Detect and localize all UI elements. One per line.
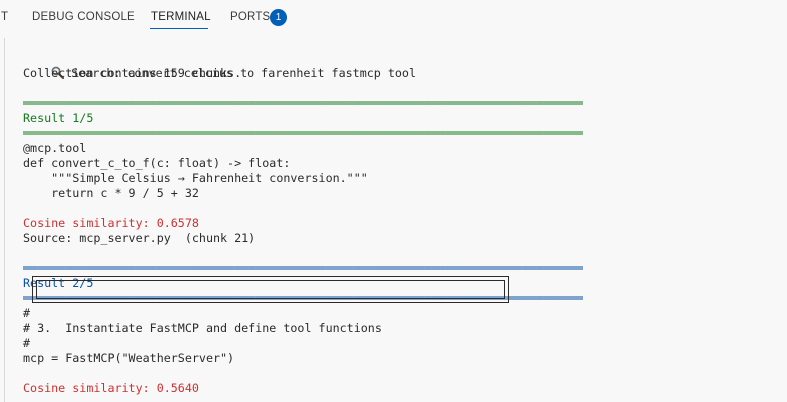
tab-terminal[interactable]: TERMINAL [151,11,211,23]
result-2-comment-box-inner [36,280,505,299]
ports-count-badge: 1 [270,9,287,26]
panel-tab-bar: T DEBUG CONSOLE TERMINAL PORTS 1 [0,0,787,36]
tab-debug-console[interactable]: DEBUG CONSOLE [32,11,135,23]
tab-output-partial[interactable]: T [1,11,8,23]
result-2-code-line: # [23,336,31,350]
collection-line: Collection contains 159 chunks. [23,66,242,80]
result-1-heading: Result 1/5 [23,111,94,125]
result-2-comment-box [32,276,509,303]
result-1-bottom-rule: ════════════════════════════════════════… [23,126,583,140]
result-1-similarity: Cosine similarity: 0.6578 [23,216,199,230]
result-2-code-line: mcp = FastMCP("WeatherServer") [23,351,235,365]
result-1-source: Source: mcp_server.py (chunk 21) [23,231,256,245]
result-1-code-line: @mcp.tool [23,141,87,155]
terminal-gutter [4,38,5,402]
terminal-output[interactable]: Search: convert celcius to farenheit fas… [0,36,787,402]
result-1-top-rule: ════════════════════════════════════════… [23,96,583,110]
result-1-code-line: """Simple Celsius → Fahrenheit conversio… [23,171,368,185]
result-2-top-rule: ════════════════════════════════════════… [23,261,583,275]
tab-ports[interactable]: PORTS [230,11,270,23]
active-tab-indicator [150,28,208,29]
result-2-code-line: # [23,306,31,320]
result-1-code-line: def convert_c_to_f(c: float) -> float: [23,156,291,170]
search-line: Search: convert celcius to farenheit fas… [23,51,416,80]
result-1-code-line: return c * 9 / 5 + 32 [23,186,199,200]
result-2-code-line: # 3. Instantiate FastMCP and define tool… [23,321,382,335]
result-2-similarity: Cosine similarity: 0.5640 [23,381,199,395]
